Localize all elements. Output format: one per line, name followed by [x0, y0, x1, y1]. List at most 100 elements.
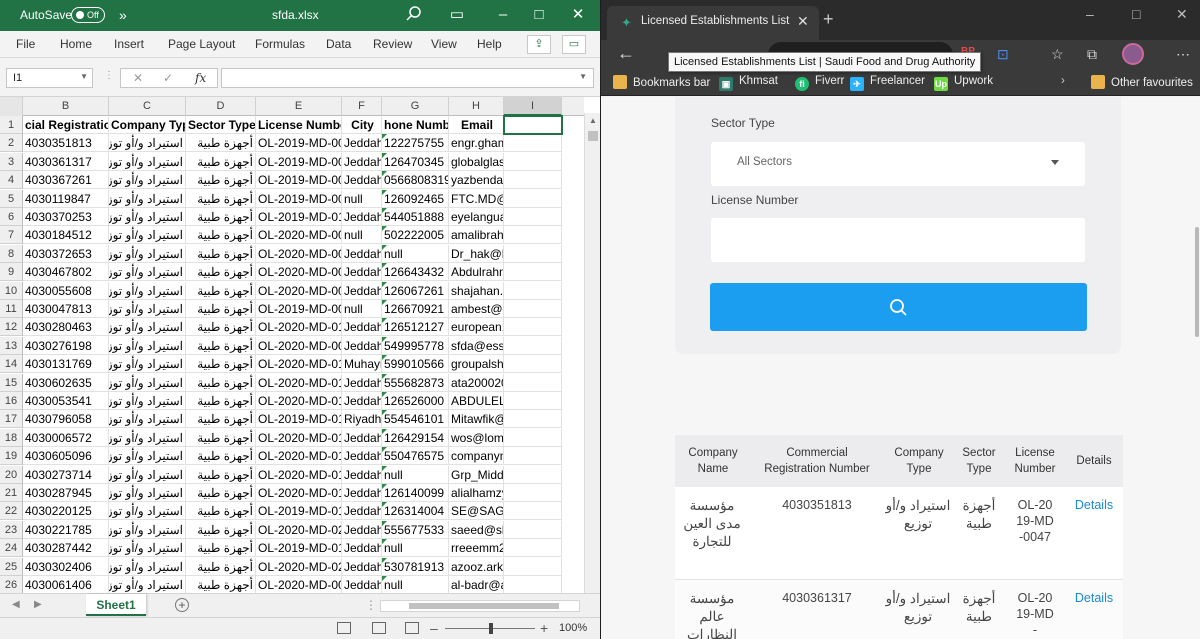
cell-i[interactable]	[504, 318, 562, 337]
row-header[interactable]: 14	[0, 355, 23, 374]
column-header-c[interactable]: C	[109, 97, 186, 116]
expand-formula-icon[interactable]: ▼	[579, 72, 587, 81]
cell-d[interactable]: أجهزة طبية	[186, 336, 256, 355]
cell-f[interactable]: Jeddah	[342, 263, 382, 282]
row-header[interactable]: 3	[0, 152, 23, 171]
cell-i[interactable]	[504, 336, 562, 355]
cell-h[interactable]: Dr_hak@live.com	[449, 244, 504, 263]
cell-g[interactable]: 550476575	[382, 447, 449, 466]
sector-type-select[interactable]: All Sectors	[711, 142, 1085, 186]
cell-f[interactable]: Jeddah	[342, 539, 382, 558]
cell-i[interactable]	[504, 447, 562, 466]
spreadsheet-grid[interactable]: BCDEFGHI 1cial RegistrationCompany TypeS…	[0, 97, 600, 593]
cell-e[interactable]: OL-2020-MD-0112	[256, 447, 342, 466]
cell-b[interactable]: 4030796058	[23, 410, 109, 429]
cell-c[interactable]: استيراد و/أو توزيع	[109, 189, 186, 208]
details-link[interactable]: Details	[1075, 591, 1113, 605]
bookmarks-overflow-icon[interactable]: ›	[1061, 75, 1065, 87]
cell-f[interactable]: Jeddah	[342, 373, 382, 392]
cell-f[interactable]: Jeddah	[342, 447, 382, 466]
cell-c[interactable]: استيراد و/أو توزيع	[109, 152, 186, 171]
row-header[interactable]: 18	[0, 428, 23, 447]
cell-f[interactable]: Jeddah	[342, 336, 382, 355]
cell-h[interactable]: ambest@bugshanvision	[449, 300, 504, 318]
cell-e[interactable]: OL-2020-MD-0002	[256, 244, 342, 263]
cell-h[interactable]: al-badr@albadr-optical.com	[449, 576, 504, 593]
cell-e[interactable]: OL-2020-MD-0107	[256, 355, 342, 374]
menu-review[interactable]: Review	[373, 37, 412, 51]
cell-i[interactable]	[504, 244, 562, 263]
cell-c[interactable]: استيراد و/أو توزيع	[109, 300, 186, 318]
cell-b[interactable]: 4030602635	[23, 373, 109, 392]
cell-g[interactable]: 530781913	[382, 557, 449, 576]
cell-g[interactable]: 126643432	[382, 263, 449, 282]
cell-d[interactable]: أجهزة طبية	[186, 484, 256, 502]
cell-b[interactable]: 4030055608	[23, 281, 109, 300]
zoom-level[interactable]: 100%	[559, 622, 587, 634]
drag-handle-icon[interactable]: ⋮	[104, 70, 114, 81]
cell-h[interactable]: rreeemm2009@hotmail.com	[449, 539, 504, 558]
scrollbar-thumb[interactable]	[1195, 227, 1199, 337]
splitter-icon[interactable]: ⋮	[365, 598, 377, 612]
cell-c[interactable]: استيراد و/أو توزيع	[109, 336, 186, 355]
cell-i[interactable]	[504, 226, 562, 245]
cell-b[interactable]: 4030221785	[23, 520, 109, 539]
cell-c[interactable]: استيراد و/أو توزيع	[109, 410, 186, 429]
cell-f[interactable]: Jeddah	[342, 502, 382, 521]
cell-h[interactable]: shajahan.pakkunnan@M	[449, 281, 504, 300]
row-header[interactable]: 1	[0, 116, 23, 134]
row-header[interactable]: 19	[0, 447, 23, 466]
back-arrow-icon[interactable]: ←	[617, 43, 635, 64]
cell-i[interactable]	[504, 263, 562, 282]
cell-e[interactable]: OL-2019-MD-0047	[256, 134, 342, 153]
cell-h[interactable]: companymadical@gmail.com	[449, 447, 504, 466]
cell-i[interactable]	[504, 576, 562, 593]
zoom-in-icon[interactable]: +	[540, 620, 548, 636]
close-tab-icon[interactable]: ✕	[797, 13, 809, 30]
column-header-f[interactable]: F	[342, 97, 382, 116]
page-break-view-icon[interactable]	[405, 622, 419, 634]
menu-page-layout[interactable]: Page Layout	[168, 37, 235, 51]
cell-b[interactable]: 4030220125	[23, 502, 109, 521]
cell-i[interactable]	[504, 520, 562, 539]
column-header-h[interactable]: H	[449, 97, 504, 116]
bookmark-bookmarks-bar[interactable]: Bookmarks bar	[613, 75, 710, 89]
column-header-g[interactable]: G	[382, 97, 449, 116]
cell-h[interactable]: sfda@essilorme.com	[449, 336, 504, 355]
cell-f[interactable]: Muhayil	[342, 355, 382, 374]
header-cell[interactable]: cial Registration	[23, 116, 109, 134]
row-header[interactable]: 26	[0, 576, 23, 593]
next-sheet-icon[interactable]: ▶	[34, 599, 42, 610]
row-header[interactable]: 21	[0, 484, 23, 502]
cell-h[interactable]: engr.ghamid@yahoo.com	[449, 134, 504, 153]
cell-f[interactable]: null	[342, 300, 382, 318]
cell-c[interactable]: استيراد و/أو توزيع	[109, 373, 186, 392]
cancel-icon[interactable]: ✕	[133, 71, 143, 85]
header-cell[interactable]: hone Number	[382, 116, 449, 134]
browser-tab[interactable]: ✦ Licensed Establishments List | Saudi F…	[607, 6, 819, 40]
cell-b[interactable]: 4030287442	[23, 539, 109, 558]
cell-b[interactable]: 4030287945	[23, 484, 109, 502]
vertical-scrollbar[interactable]: ▲	[584, 113, 600, 609]
cell-d[interactable]: أجهزة طبية	[186, 300, 256, 318]
bookmark-khmsat[interactable]: ▣ Khmsat	[719, 75, 778, 91]
cell-g[interactable]: 544051888	[382, 208, 449, 226]
cell-g[interactable]: 126092465	[382, 189, 449, 208]
cell-e[interactable]: OL-2020-MD-0109	[256, 392, 342, 410]
cell-d[interactable]: أجهزة طبية	[186, 557, 256, 576]
cell-c[interactable]: استيراد و/أو توزيع	[109, 392, 186, 410]
cell-f[interactable]: Jeddah	[342, 208, 382, 226]
quick-access-more-icon[interactable]: »	[119, 7, 127, 23]
license-number-input[interactable]	[711, 218, 1085, 262]
cell-g[interactable]: 126512127	[382, 318, 449, 337]
cell-b[interactable]: 4030370253	[23, 208, 109, 226]
menu-formulas[interactable]: Formulas	[255, 37, 305, 51]
cell-e[interactable]: OL-2020-MD-0001	[256, 226, 342, 245]
cell-i[interactable]	[504, 281, 562, 300]
favourites-icon[interactable]: ☆	[1051, 46, 1064, 63]
cell-b[interactable]: 4030367261	[23, 171, 109, 190]
cell-h[interactable]: european12017@gmail.com	[449, 318, 504, 337]
cell-g[interactable]: 555682873	[382, 373, 449, 392]
cell-b[interactable]: 4030006572	[23, 428, 109, 447]
cell-i[interactable]	[504, 410, 562, 429]
